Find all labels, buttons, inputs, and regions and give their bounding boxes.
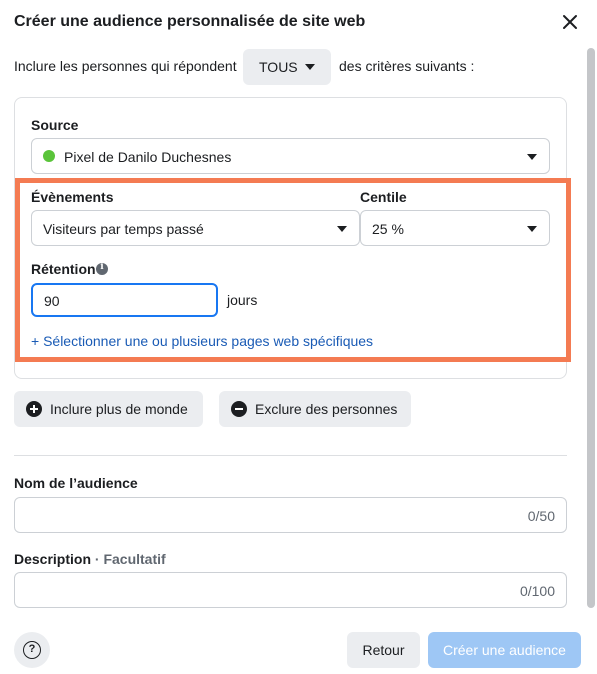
back-label: Retour bbox=[362, 642, 405, 658]
plus-circle-icon bbox=[26, 401, 42, 417]
audience-name-input[interactable]: 0/50 bbox=[14, 497, 567, 533]
caret-down-icon bbox=[337, 226, 347, 232]
caret-down-icon bbox=[527, 226, 537, 232]
description-input[interactable]: 0/100 bbox=[14, 572, 567, 608]
description-label: Description bbox=[14, 551, 92, 567]
dialog-title: Créer une audience personnalisée de site… bbox=[14, 13, 366, 30]
caret-down-icon bbox=[527, 154, 537, 160]
percentile-dropdown[interactable]: 25 % bbox=[360, 210, 550, 246]
include-criteria-row: Inclure les personnes qui répondent TOUS… bbox=[14, 49, 574, 85]
minus-circle-icon bbox=[231, 401, 247, 417]
include-more-button[interactable]: Inclure plus de monde bbox=[14, 391, 203, 427]
events-dropdown[interactable]: Visiteurs par temps passé bbox=[31, 210, 360, 246]
retention-days-input[interactable]: 90 bbox=[31, 283, 218, 317]
source-dropdown[interactable]: Pixel de Danilo Duchesnes bbox=[31, 138, 550, 174]
match-type-dropdown[interactable]: TOUS bbox=[243, 49, 331, 85]
back-button[interactable]: Retour bbox=[347, 632, 420, 668]
select-pages-link[interactable]: + Sélectionner une ou plusieurs pages we… bbox=[31, 333, 373, 349]
description-label-row: Description · Facultatif bbox=[14, 551, 166, 567]
exclude-people-label: Exclure des personnes bbox=[255, 401, 398, 417]
source-value: Pixel de Danilo Duchesnes bbox=[64, 149, 232, 165]
description-optional: · Facultatif bbox=[91, 551, 166, 567]
percentile-value: 25 % bbox=[372, 221, 404, 237]
section-divider bbox=[14, 455, 567, 456]
include-more-label: Inclure plus de monde bbox=[50, 401, 188, 417]
retention-unit: jours bbox=[227, 292, 258, 308]
audience-name-counter: 0/50 bbox=[527, 508, 555, 524]
scrollbar-thumb[interactable] bbox=[587, 48, 595, 608]
percentile-label: Centile bbox=[360, 189, 407, 205]
info-icon[interactable]: i bbox=[96, 262, 108, 275]
help-icon: ? bbox=[23, 641, 41, 659]
pixel-status-dot bbox=[43, 150, 55, 162]
source-label: Source bbox=[31, 117, 79, 133]
audience-name-label: Nom de l’audience bbox=[14, 475, 138, 491]
match-type-value: TOUS bbox=[259, 59, 298, 75]
retention-label: Rétention bbox=[31, 261, 96, 277]
description-counter: 0/100 bbox=[519, 583, 555, 599]
exclude-people-button[interactable]: Exclure des personnes bbox=[219, 391, 411, 427]
include-suffix-text: des critères suivants : bbox=[339, 58, 475, 74]
retention-days-value: 90 bbox=[44, 293, 60, 309]
custom-audience-dialog: Créer une audience personnalisée de site… bbox=[0, 0, 597, 674]
help-button[interactable]: ? bbox=[14, 632, 50, 668]
caret-down-icon bbox=[305, 64, 315, 70]
events-label: Évènements bbox=[31, 189, 114, 205]
create-audience-button[interactable]: Créer une audience bbox=[428, 632, 581, 668]
include-prefix-text: Inclure les personnes qui répondent bbox=[14, 58, 237, 74]
create-audience-label: Créer une audience bbox=[443, 642, 566, 658]
close-icon[interactable] bbox=[560, 12, 580, 32]
events-value: Visiteurs par temps passé bbox=[43, 221, 204, 237]
